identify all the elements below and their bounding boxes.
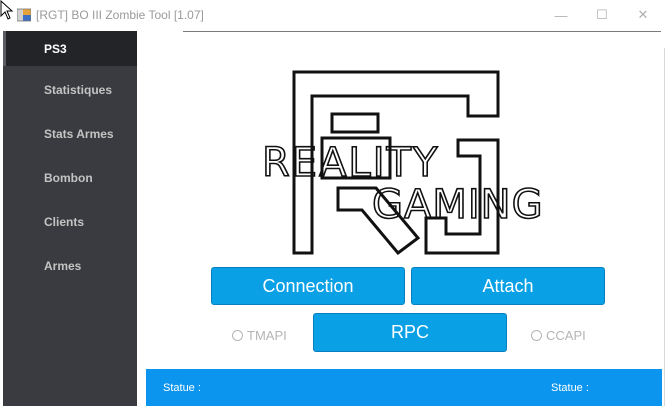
mouse-cursor-icon	[0, 0, 14, 20]
status-label-left: Statue :	[163, 382, 201, 394]
logo-text-line1: REALITY	[262, 140, 439, 186]
divider	[183, 31, 661, 32]
sidebar-item-label: PS3	[44, 41, 67, 56]
title-bar[interactable]: [RGT] BO III Zombie Tool [1.07] — ☐ ✕	[0, 0, 672, 31]
sidebar-item-stats-armes[interactable]: Stats Armes	[3, 116, 137, 151]
sidebar-item-bombon[interactable]: Bombon	[3, 160, 137, 195]
rpc-button[interactable]: RPC	[313, 313, 507, 352]
minimize-button[interactable]: —	[546, 4, 576, 26]
divider	[664, 48, 665, 406]
minimize-icon: —	[554, 7, 568, 23]
sidebar-item-label: Armes	[44, 258, 82, 273]
sidebar-item-label: Bombon	[44, 170, 93, 185]
maximize-button[interactable]: ☐	[587, 4, 617, 26]
app-icon	[17, 8, 31, 22]
logo-text-line2: GAMING	[372, 182, 544, 228]
radio-circle-icon	[232, 330, 243, 341]
radio-circle-icon	[531, 330, 542, 341]
sidebar-item-clients[interactable]: Clients	[3, 204, 137, 239]
rg-logo: REALITY GAMING	[261, 70, 544, 256]
sidebar-item-label: Clients	[44, 214, 85, 229]
sidebar-item-label: Stats Armes	[44, 126, 114, 141]
maximize-icon: ☐	[596, 7, 608, 22]
close-button[interactable]: ✕	[628, 4, 658, 26]
sidebar: PS3 Statistiques Stats Armes Bombon Clie…	[3, 31, 137, 406]
sidebar-item-label: Statistiques	[44, 82, 113, 97]
connection-button[interactable]: Connection	[211, 267, 405, 305]
window-title: [RGT] BO III Zombie Tool [1.07]	[36, 8, 204, 22]
sidebar-item-ps3[interactable]: PS3	[3, 31, 137, 66]
radio-label: TMAPI	[247, 328, 287, 343]
attach-button[interactable]: Attach	[411, 267, 605, 305]
sidebar-item-statistiques[interactable]: Statistiques	[3, 72, 137, 107]
close-icon: ✕	[637, 7, 649, 22]
radio-label: CCAPI	[546, 328, 586, 343]
ccapi-radio[interactable]: CCAPI	[531, 328, 586, 343]
sidebar-item-armes[interactable]: Armes	[3, 248, 137, 283]
status-label-right: Statue :	[551, 382, 589, 394]
tmapi-radio[interactable]: TMAPI	[232, 328, 287, 343]
